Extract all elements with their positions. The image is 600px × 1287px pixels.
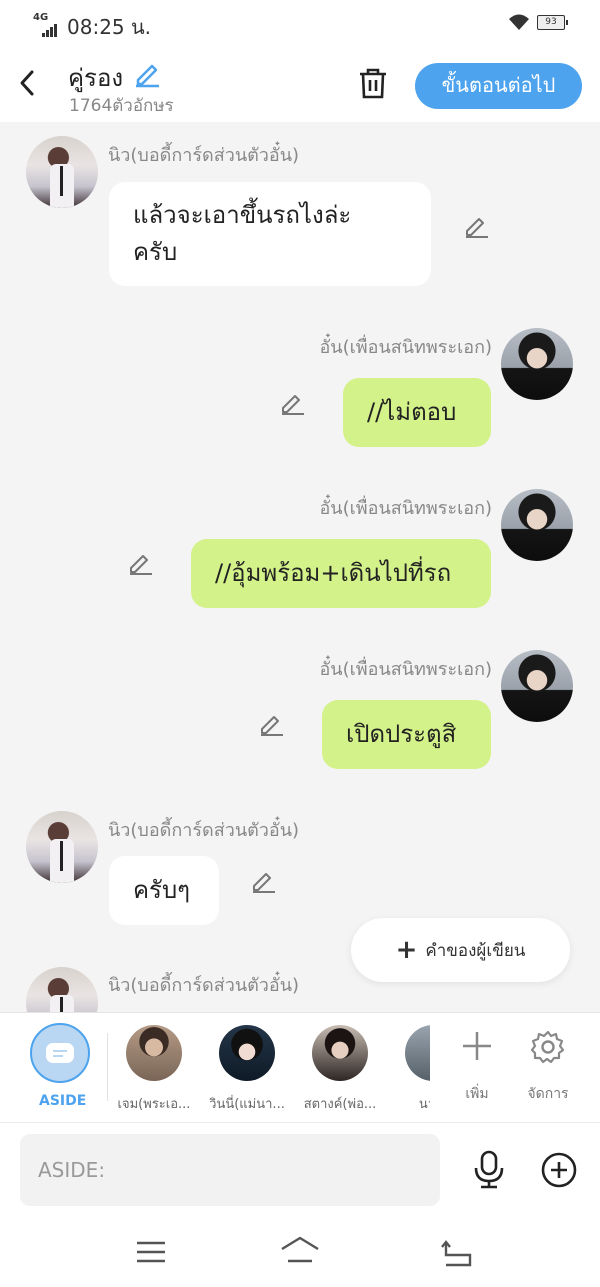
message-text-line: แล้วจะเอาขึ้นรถไงล่ะ <box>133 201 352 229</box>
add-character-button[interactable]: เพิ่ม <box>447 1029 507 1105</box>
add-label: เพิ่ม <box>465 1086 489 1102</box>
top-bar: คู่รอง 1764ตัวอักษร ขั้นตอนต่อไป <box>0 46 600 122</box>
character-list[interactable]: เจม(พระเอ... วินนี่(แม่นา... สตางค์(พ่อ.… <box>110 1013 430 1123</box>
system-nav-bar <box>0 1217 600 1287</box>
message-bubble[interactable]: //อุ้มพร้อม+เดินไปที่รถ <box>191 539 491 608</box>
gear-icon <box>518 1029 578 1069</box>
message-bubble[interactable]: //ไม่ตอบ <box>343 378 491 447</box>
character-avatar <box>405 1025 430 1081</box>
plus-icon: + <box>395 935 418 965</box>
chat-area[interactable]: นิว(บอดี้การ์ดส่วนตัวอั๋น) แล้วจะเอาขึ้น… <box>0 122 600 1012</box>
edit-message-pencil-icon[interactable] <box>279 390 307 416</box>
character-item[interactable]: นายเ <box>390 1025 430 1114</box>
message-text: //ไม่ตอบ <box>367 398 457 426</box>
trash-icon[interactable] <box>357 66 389 104</box>
edit-message-pencil-icon[interactable] <box>127 550 155 576</box>
plus-icon <box>447 1029 507 1069</box>
avatar-niv[interactable] <box>26 136 98 208</box>
clock: 08:25 น. <box>67 15 152 39</box>
character-count: 1764ตัวอักษร <box>69 96 174 116</box>
message-text: เปิดประตูสิ <box>346 720 457 748</box>
edit-message-pencil-icon[interactable] <box>258 711 286 737</box>
home-icon[interactable] <box>280 1235 320 1269</box>
character-item[interactable]: สตางค์(พ่อ... <box>297 1025 383 1114</box>
character-name: วินนี่(แม่นา... <box>209 1097 285 1112</box>
add-circle-icon[interactable] <box>541 1152 577 1192</box>
aside-character-icon[interactable] <box>30 1023 90 1083</box>
author-note-label: คำของผู้เขียน <box>425 940 526 961</box>
composer: ASIDE: <box>0 1122 600 1217</box>
character-name: สตางค์(พ่อ... <box>303 1097 377 1112</box>
signal-icon <box>42 18 58 37</box>
microphone-icon[interactable] <box>472 1150 506 1194</box>
edit-message-pencil-icon[interactable] <box>250 868 278 894</box>
message-input[interactable]: ASIDE: <box>20 1134 440 1206</box>
message-sender: นิว(บอดี้การ์ดส่วนตัวอั๋น) <box>108 975 300 996</box>
next-step-button[interactable]: ขั้นตอนต่อไป <box>415 63 582 109</box>
character-avatar <box>126 1025 182 1081</box>
avatar-niv[interactable] <box>26 811 98 883</box>
manage-label: จัดการ <box>527 1086 569 1102</box>
edit-title-pencil-icon[interactable] <box>132 58 162 92</box>
message-bubble[interactable]: ครับๆ <box>109 856 219 925</box>
menu-icon[interactable] <box>136 1241 166 1267</box>
author-note-button[interactable]: + คำของผู้เขียน <box>351 918 570 982</box>
character-item[interactable]: วินนี่(แม่นา... <box>204 1025 290 1114</box>
battery-icon: 93 <box>537 15 568 30</box>
avatar-un[interactable] <box>501 489 573 561</box>
edit-message-pencil-icon[interactable] <box>463 213 491 239</box>
manage-characters-button[interactable]: จัดการ <box>518 1029 578 1105</box>
character-avatar <box>219 1025 275 1081</box>
message-sender: นิว(บอดี้การ์ดส่วนตัวอั๋น) <box>108 820 300 841</box>
back-icon[interactable] <box>440 1239 474 1271</box>
message-bubble[interactable]: เปิดประตูสิ <box>322 700 491 769</box>
message-sender: อั๋น(เพื่อนสนิทพระเอก) <box>319 659 492 680</box>
message-text-line: ครับ <box>133 238 178 266</box>
message-sender: อั๋น(เพื่อนสนิทพระเอก) <box>319 498 492 519</box>
wifi-icon <box>508 13 530 35</box>
character-selector: ASIDE เจม(พระเอ... วินนี่(แม่นา... สตางค… <box>0 1012 600 1122</box>
avatar-niv[interactable] <box>26 967 98 1012</box>
message-sender: นิว(บอดี้การ์ดส่วนตัวอั๋น) <box>108 145 300 166</box>
back-arrow-icon[interactable] <box>16 68 38 98</box>
message-sender: อั๋น(เพื่อนสนิทพระเอก) <box>319 337 492 358</box>
avatar-un[interactable] <box>501 650 573 722</box>
message-bubble[interactable]: แล้วจะเอาขึ้นรถไงล่ะ ครับ <box>109 182 431 286</box>
avatar-un[interactable] <box>501 328 573 400</box>
message-text: //อุ้มพร้อม+เดินไปที่รถ <box>215 559 452 587</box>
message-text: ครับๆ <box>133 876 191 904</box>
character-name: เจม(พระเอ... <box>117 1097 191 1112</box>
character-avatar <box>312 1025 368 1081</box>
aside-label: ASIDE <box>39 1093 87 1109</box>
character-item[interactable]: เจม(พระเอ... <box>111 1025 197 1114</box>
status-bar: 4G 08:25 น. 93 <box>0 0 600 46</box>
divider <box>107 1033 108 1101</box>
character-name: นายเ <box>418 1097 430 1112</box>
